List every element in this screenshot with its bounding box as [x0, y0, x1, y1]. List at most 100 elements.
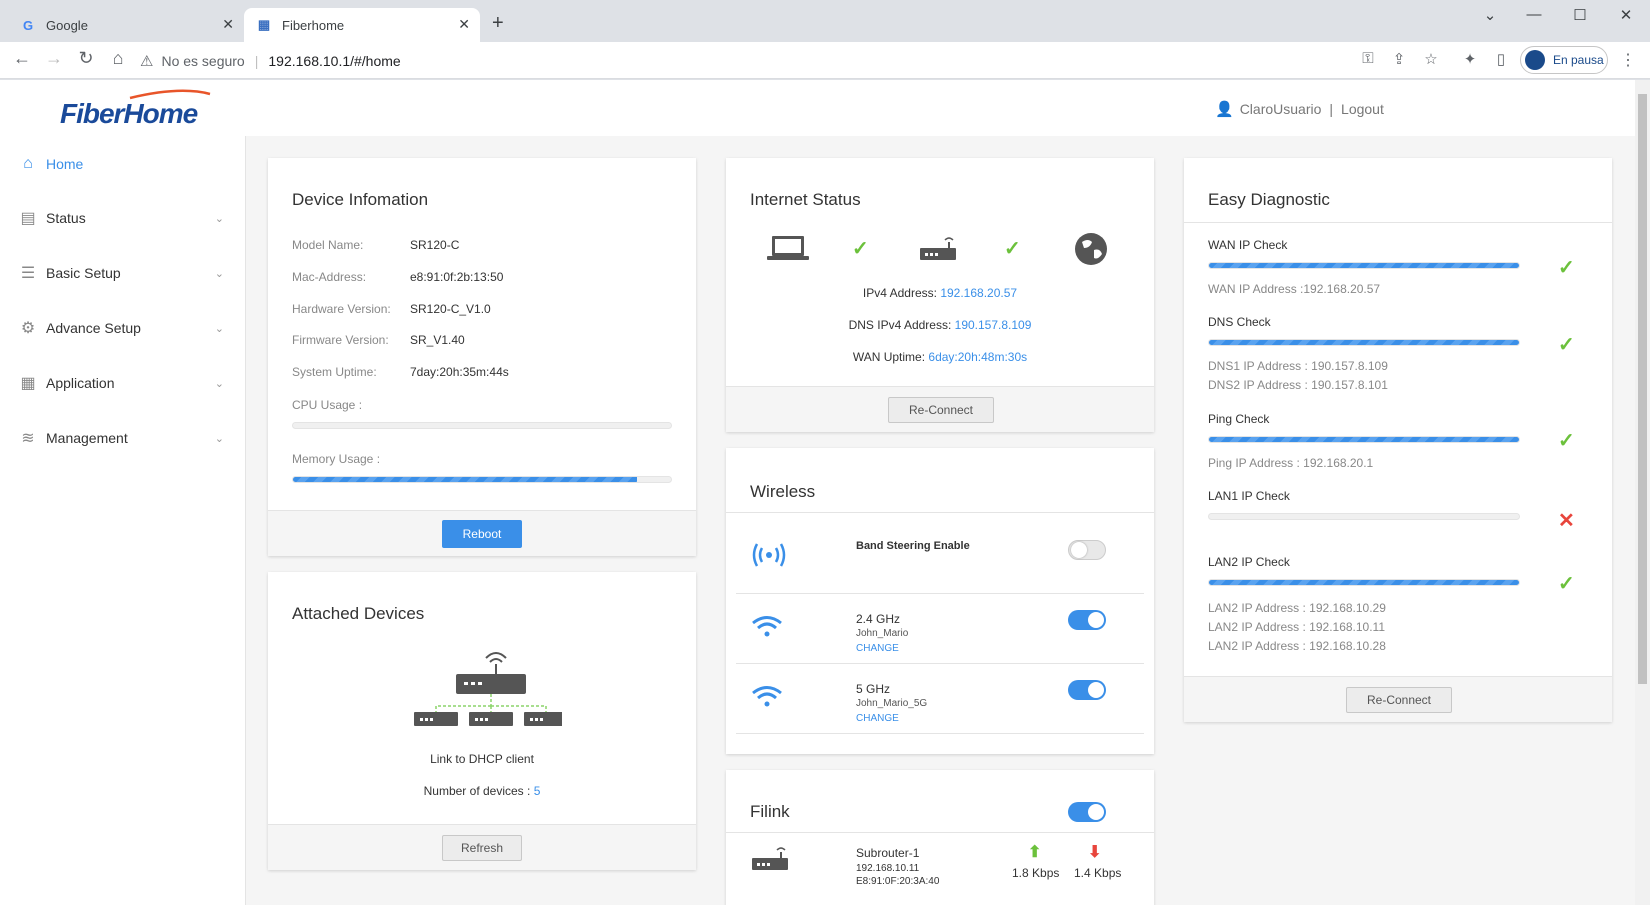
band-toggle[interactable]	[1068, 680, 1106, 700]
diag-info: LAN2 IP Address : 192.168.10.11	[1208, 620, 1386, 634]
profile-button[interactable]: En pausa	[1520, 46, 1608, 74]
sidebar-item-basic-setup[interactable]: ☰ Basic Setup ⌄	[0, 253, 246, 293]
filink-toggle[interactable]	[1068, 802, 1106, 822]
tab-fiberhome[interactable]: ▦ Fiberhome ✕	[244, 8, 480, 42]
close-tab-icon[interactable]: ✕	[458, 16, 470, 33]
info-value: e8:91:0f:2b:13:50	[410, 270, 504, 284]
page-scrollbar[interactable]	[1635, 80, 1650, 905]
diag-progress-bar	[1208, 436, 1520, 443]
info-label: System Uptime:	[292, 365, 377, 379]
memory-usage-fill	[293, 477, 637, 482]
download-arrow-icon: ⬇	[1088, 844, 1102, 861]
diag-check-title: Ping Check	[1208, 412, 1270, 426]
close-tab-icon[interactable]: ✕	[222, 16, 234, 33]
device-info-card: Device Infomation Model Name: SR120-C Ma…	[268, 158, 696, 556]
info-label: Model Name:	[292, 238, 364, 252]
username: ClaroUsuario	[1239, 101, 1322, 117]
chevron-down-icon: ⌄	[214, 377, 224, 390]
logout-link[interactable]: Logout	[1341, 101, 1384, 117]
sidebar-item-label: Status	[46, 210, 86, 226]
upload-arrow-icon: ⬆	[1028, 844, 1042, 861]
diag-progress-bar	[1208, 579, 1520, 586]
ipv4-label: IPv4 Address:	[862, 286, 937, 300]
minimize-button[interactable]: —	[1514, 6, 1554, 23]
tab-search-icon[interactable]: ⌄	[1470, 6, 1510, 24]
home-page-icon[interactable]: ⌂	[106, 48, 130, 69]
diag-progress-fill	[1209, 263, 1519, 268]
refresh-button[interactable]: Refresh	[442, 835, 522, 861]
band-toggle[interactable]	[1068, 610, 1106, 630]
back-icon[interactable]: ←	[10, 48, 34, 69]
device-count-value[interactable]: 5	[534, 784, 541, 798]
maximize-button[interactable]: ☐	[1560, 6, 1600, 24]
check-icon: ✓	[1558, 334, 1575, 356]
card-title: Device Infomation	[292, 190, 429, 209]
upload-speed: 1.8 Kbps	[1012, 866, 1060, 880]
sidebar-item-label: Basic Setup	[46, 265, 121, 281]
basic-setup-icon: ☰	[20, 265, 36, 282]
key-icon[interactable]: ⚿	[1357, 50, 1379, 67]
forward-icon[interactable]: →	[42, 48, 66, 69]
subrouter-ip: 192.168.10.11	[856, 863, 920, 874]
card-footer: Re-Connect	[726, 386, 1154, 432]
scrollbar-thumb[interactable]	[1638, 94, 1647, 684]
sidebar-item-advance-setup[interactable]: ⚙ Advance Setup ⌄	[0, 308, 246, 348]
tab-google[interactable]: G Google ✕	[8, 8, 244, 42]
info-value: 7day:20h:35m:44s	[410, 365, 509, 379]
wan-uptime-row: WAN Uptime: 6day:20h:48m:30s	[726, 350, 1154, 364]
sidepanel-icon[interactable]: ▯	[1490, 50, 1512, 68]
profile-label: En pausa	[1553, 53, 1604, 67]
band-steering-row: Band Steering Enable	[736, 512, 1144, 594]
change-link[interactable]: CHANGE	[856, 713, 899, 724]
card-title: Easy Diagnostic	[1208, 190, 1330, 209]
sidebar-item-application[interactable]: ▦ Application ⌄	[0, 363, 246, 403]
filink-card: Filink Subrouter-1 192.168.10.11 E8:91:0…	[726, 770, 1154, 905]
router-page: FiberHome 👤 ClaroUsuario | Logout ⌂ Home…	[0, 80, 1635, 905]
card-footer: Refresh	[268, 824, 696, 870]
star-icon[interactable]: ☆	[1420, 50, 1442, 68]
tab-title: Fiberhome	[282, 17, 345, 33]
user-box: 👤 ClaroUsuario | Logout	[1215, 100, 1384, 118]
new-tab-button[interactable]: +	[492, 12, 504, 35]
diag-check-title: LAN2 IP Check	[1208, 555, 1290, 569]
address-bar[interactable]: ⚠ No es seguro | 192.168.10.1/#/home	[140, 46, 1510, 75]
url-separator: |	[254, 52, 259, 69]
sidebar-item-management[interactable]: ≋ Management ⌄	[0, 418, 246, 458]
dns-row: DNS IPv4 Address: 190.157.8.109	[726, 318, 1154, 332]
card-footer: Re-Connect	[1184, 676, 1612, 722]
dns-value: 190.157.8.109	[954, 318, 1032, 332]
diag-check-title: DNS Check	[1208, 315, 1271, 329]
dhcp-link-text: Link to DHCP client	[430, 752, 534, 766]
avatar	[1525, 50, 1545, 70]
check-icon: ✓	[852, 238, 869, 260]
sidebar-item-status[interactable]: ▤ Status ⌄	[0, 198, 246, 238]
laptop-icon	[767, 236, 809, 260]
diag-info: DNS1 IP Address : 190.157.8.109	[1208, 359, 1388, 373]
reboot-button[interactable]: Reboot	[442, 520, 522, 548]
change-link[interactable]: CHANGE	[856, 643, 899, 654]
internet-reconnect-button[interactable]: Re-Connect	[888, 397, 994, 423]
device-count: Number of devices : 5	[268, 784, 696, 798]
extensions-icon[interactable]: ✦	[1459, 50, 1481, 68]
reload-icon[interactable]: ↻	[74, 48, 98, 69]
info-label: Hardware Version:	[292, 302, 391, 316]
warning-icon: ⚠	[140, 52, 154, 70]
router-icon	[920, 237, 956, 260]
diag-info: LAN2 IP Address : 192.168.10.29	[1208, 601, 1386, 615]
diag-progress-bar	[1208, 262, 1520, 269]
subrouter-name: Subrouter-1	[856, 846, 920, 860]
tab-title: Google	[46, 17, 88, 33]
browser-menu-icon[interactable]: ⋮	[1620, 50, 1636, 70]
google-icon: G	[22, 17, 34, 33]
diagnostic-reconnect-button[interactable]: Re-Connect	[1346, 687, 1452, 713]
diag-info: DNS2 IP Address : 190.157.8.101	[1208, 378, 1388, 392]
sidebar-item-label: Management	[46, 430, 128, 446]
memory-usage-label: Memory Usage :	[292, 452, 381, 466]
sidebar-item-home[interactable]: ⌂ Home	[0, 144, 246, 184]
home-icon: ⌂	[23, 155, 33, 172]
divider	[726, 832, 1154, 833]
sidebar-item-label: Home	[46, 156, 84, 172]
band-steering-toggle[interactable]	[1068, 540, 1106, 560]
close-window-button[interactable]: ✕	[1606, 6, 1646, 24]
share-icon[interactable]: ⇪	[1388, 50, 1410, 68]
